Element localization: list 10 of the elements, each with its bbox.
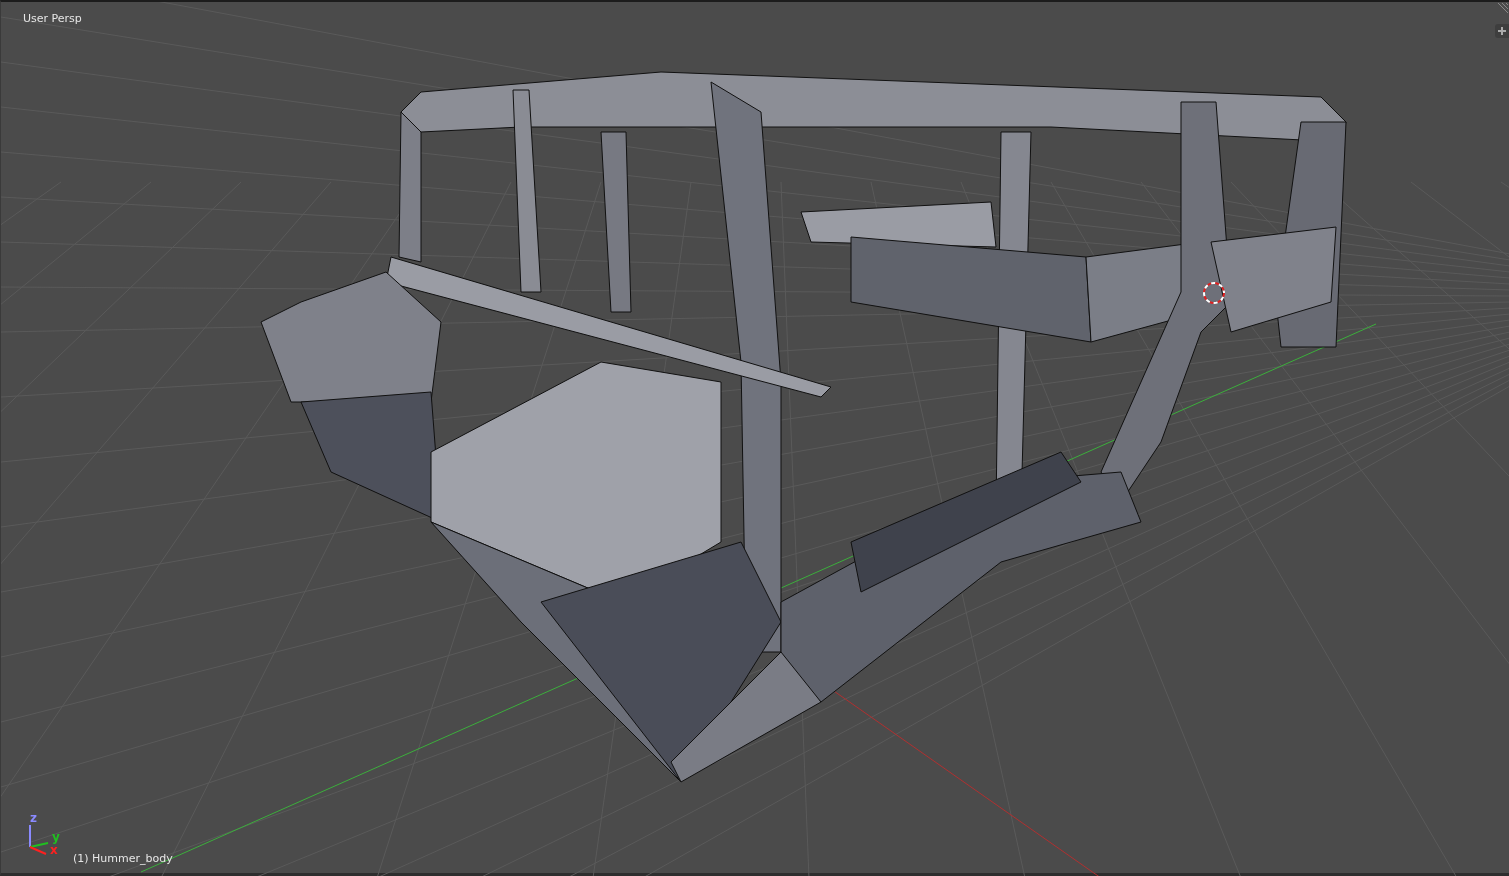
axis-label: z [30,811,37,825]
corner-grip-icon[interactable] [1496,3,1508,15]
axis-label: x [50,843,58,857]
view-name: User Persp [23,12,82,25]
object-label: (1) Hummer_body [73,852,173,865]
plus-icon [1498,27,1506,35]
3d-cursor-icon [1203,282,1225,304]
toolbar-toggle-button[interactable] [1495,24,1509,38]
axis-gizmo-icon [29,824,49,855]
axis-label: y [52,830,60,844]
